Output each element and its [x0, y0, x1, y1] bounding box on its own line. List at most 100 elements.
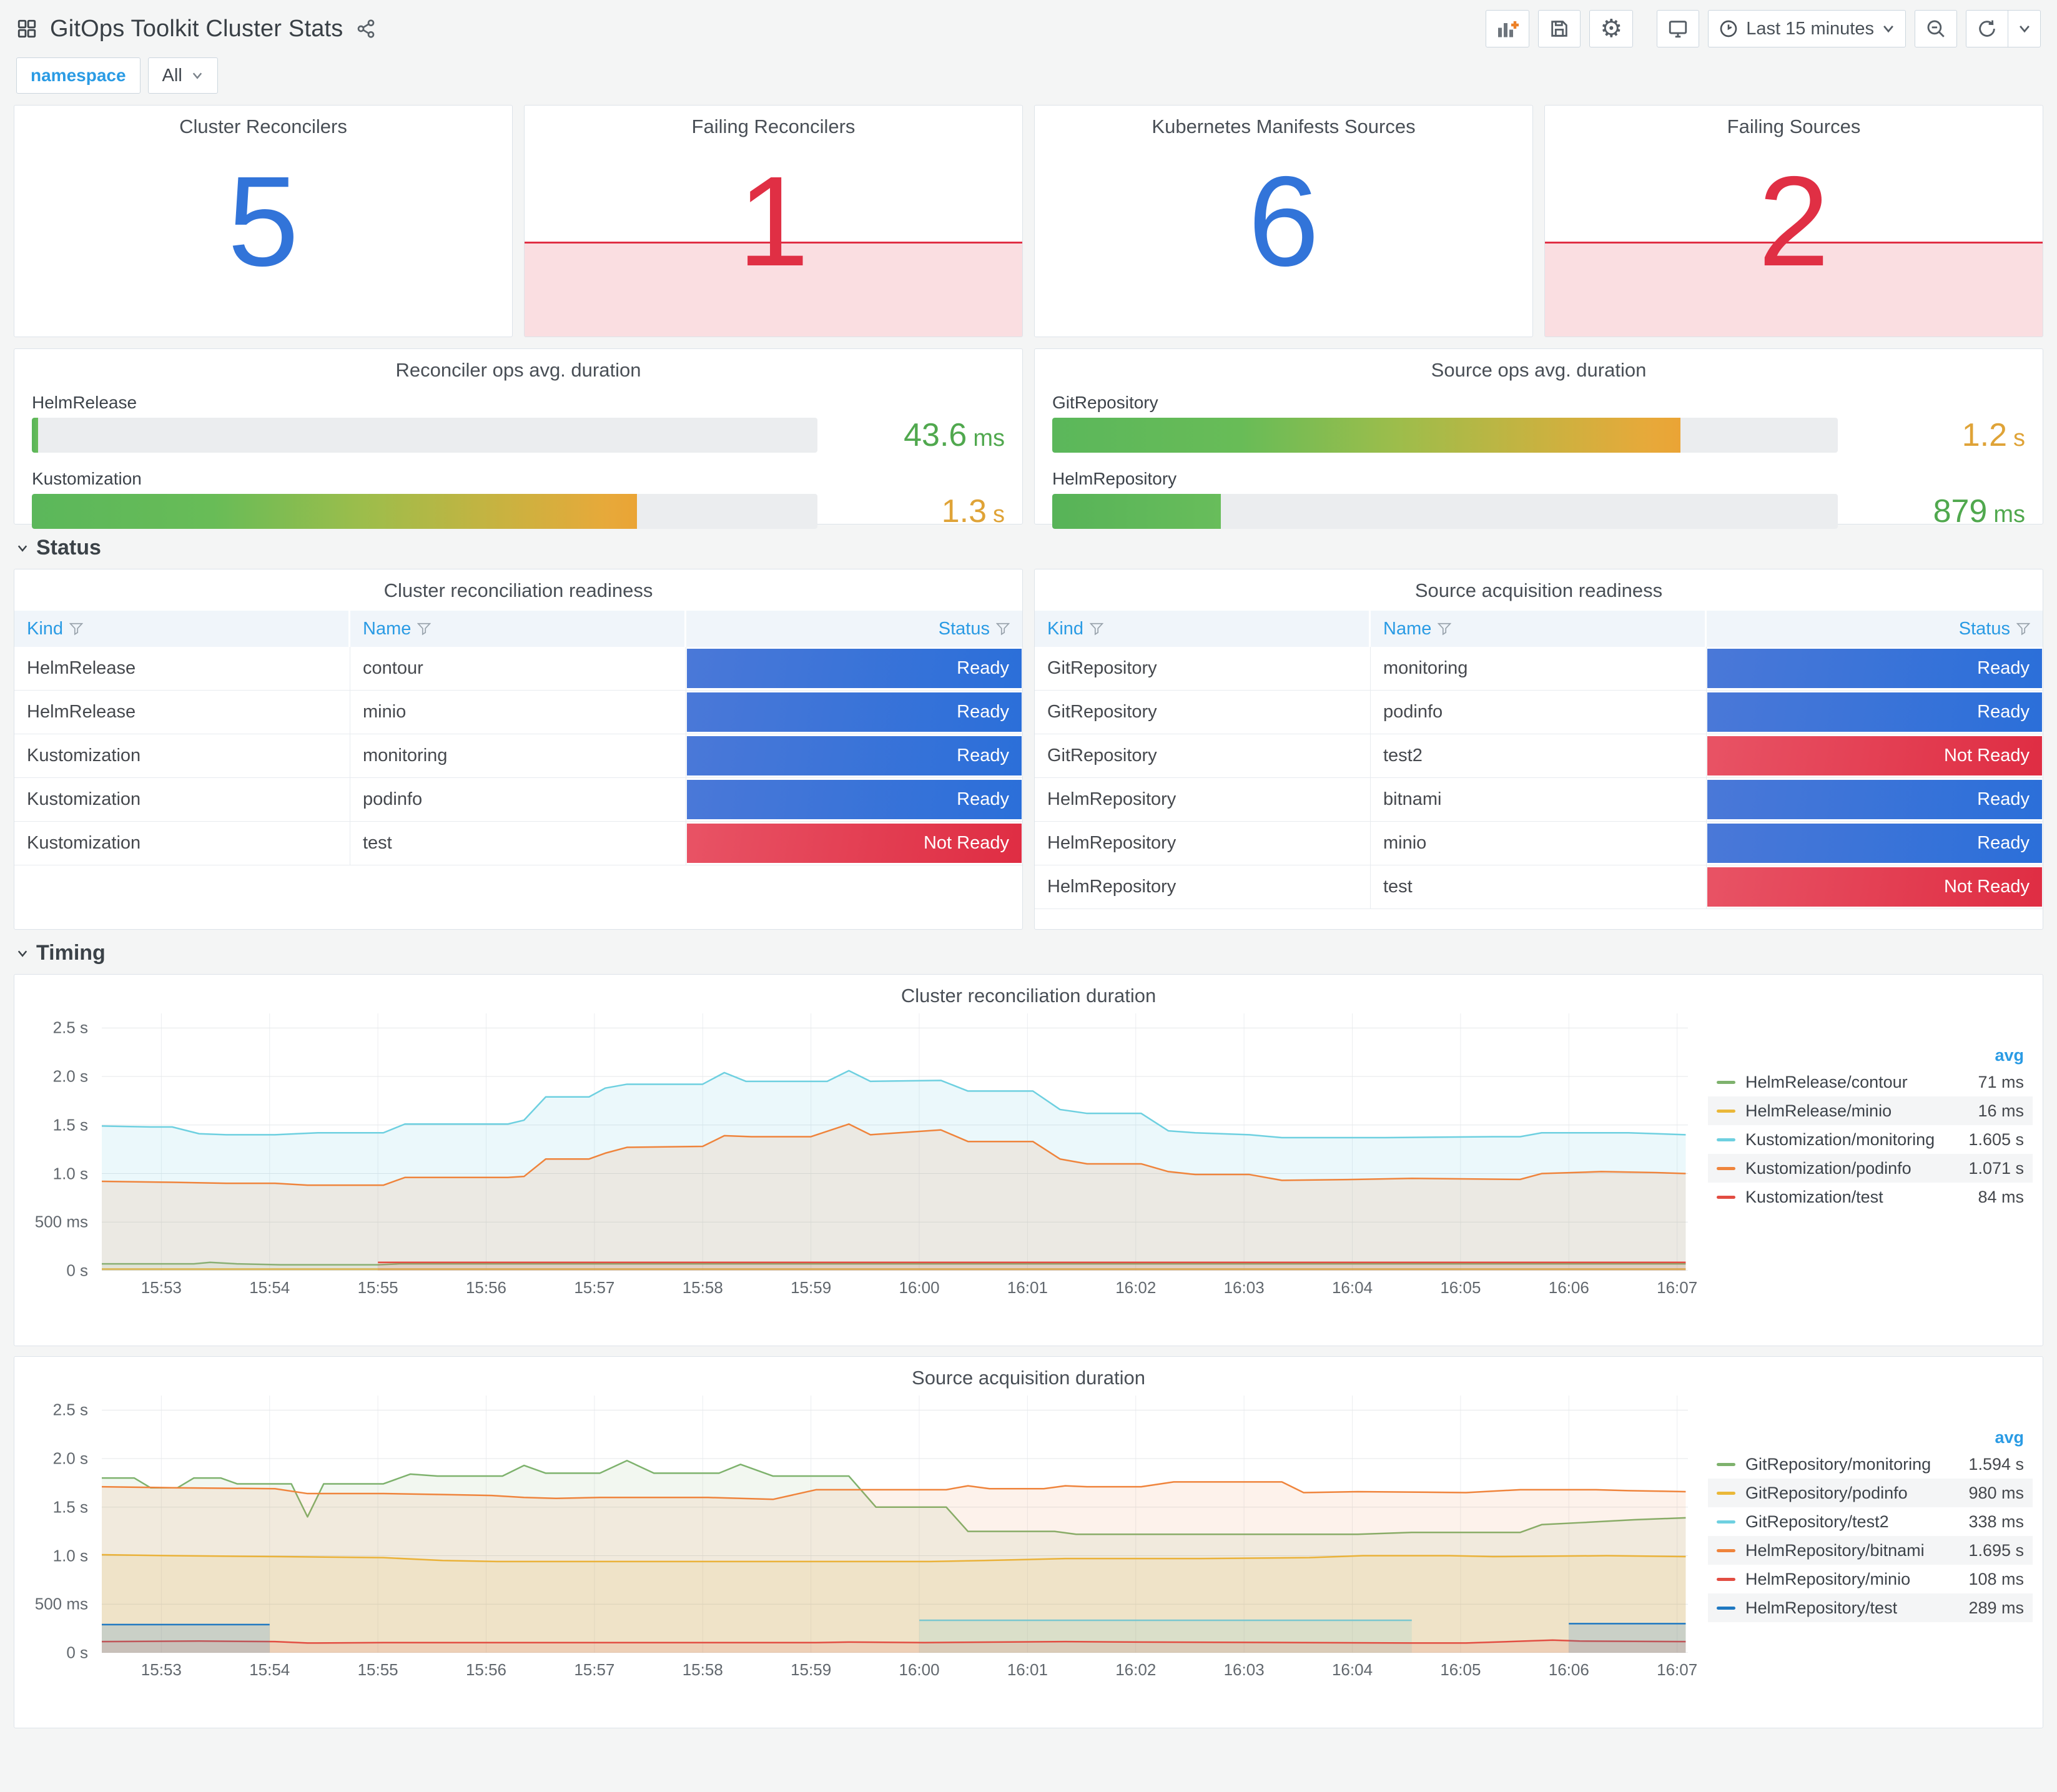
share-icon[interactable] — [356, 19, 376, 39]
column-header-status[interactable]: Status — [686, 611, 1022, 647]
y-tick-label: 500 ms — [34, 1594, 88, 1613]
stat-panel-failing-reconcilers: Failing Reconcilers 1 — [524, 105, 1023, 337]
refresh-interval-dropdown[interactable] — [2008, 10, 2041, 47]
gauge-value-unit: s — [2013, 425, 2025, 451]
chevron-down-icon — [17, 544, 27, 552]
panel-title[interactable]: Cluster reconciliation duration — [14, 975, 2043, 1012]
x-tick-label: 16:06 — [1548, 1278, 1589, 1297]
stat-panel-kubernetes-manifests-sources: Kubernetes Manifests Sources 6 — [1034, 105, 1533, 337]
column-header-label: Status — [938, 618, 990, 639]
x-tick-label: 16:00 — [899, 1660, 940, 1679]
time-range-picker[interactable]: Last 15 minutes — [1708, 10, 1906, 47]
panel-title[interactable]: Cluster Reconcilers — [14, 106, 512, 143]
panel-title[interactable]: Reconciler ops avg. duration — [14, 349, 1022, 386]
legend-series-avg: 16 ms — [1978, 1101, 2024, 1120]
x-tick-label: 15:58 — [682, 1660, 723, 1679]
tv-mode-button[interactable] — [1657, 10, 1700, 47]
dashboard-settings-button[interactable]: ⚙ — [1589, 10, 1634, 47]
legend-series-name[interactable]: GitRepository/monitoring — [1745, 1455, 1936, 1474]
y-tick-label: 0 s — [66, 1643, 88, 1662]
table-row: HelmRelease minio Ready — [14, 691, 1022, 734]
legend-series-name[interactable]: HelmRelease/contour — [1745, 1073, 1936, 1092]
cell-kind: HelmRepository — [1035, 865, 1371, 908]
chart-panel-source-acquisition-duration: Source acquisition duration 0 s 500 ms 1.0 … — [14, 1356, 2043, 1728]
zoom-out-button[interactable] — [1915, 10, 1957, 47]
gauge-panel-source-ops-avg-duration: Source ops avg. duration GitRepository 1.2… — [1034, 348, 2043, 529]
table-panel-source-acquisition-readiness: Source acquisition readiness Kind Name Stat… — [1034, 569, 2043, 930]
legend-item-helmrelease-contour: HelmRelease/contour 71 ms — [1708, 1068, 2033, 1096]
y-tick-label: 2.5 s — [52, 1400, 88, 1419]
chevron-down-icon — [192, 72, 202, 79]
panel-title[interactable]: Source acquisition duration — [14, 1357, 2043, 1394]
filter-icon[interactable] — [2016, 622, 2030, 636]
legend-series-name[interactable]: HelmRelease/minio — [1745, 1101, 1936, 1121]
cell-kind: GitRepository — [1035, 647, 1371, 690]
panel-title[interactable]: Source ops avg. duration — [1035, 349, 2043, 386]
panel-title[interactable]: Source acquisition readiness — [1035, 569, 2043, 607]
save-dashboard-button[interactable] — [1538, 10, 1581, 47]
y-tick-label: 1.5 s — [52, 1115, 88, 1135]
panel-title[interactable]: Failing Sources — [1545, 106, 2043, 143]
y-tick-label: 2.0 s — [52, 1449, 88, 1468]
dashboard-title[interactable]: GitOps Toolkit Cluster Stats — [50, 16, 343, 42]
column-header-name[interactable]: Name — [350, 611, 686, 647]
legend-series-name[interactable]: Kustomization/monitoring — [1745, 1130, 1936, 1150]
status-badge: Ready — [1707, 692, 2042, 732]
table-row: GitRepository monitoring Ready — [1035, 647, 2043, 691]
plot-canvas — [102, 1013, 1688, 1271]
cell-status: Ready — [1707, 647, 2043, 690]
column-header-status[interactable]: Status — [1707, 611, 2043, 647]
filter-icon[interactable] — [417, 622, 432, 636]
legend-avg-header[interactable]: avg — [1708, 1425, 2033, 1450]
refresh-button[interactable] — [1966, 10, 2008, 47]
filter-icon[interactable] — [1090, 622, 1104, 636]
cell-name: podinfo — [1371, 691, 1707, 734]
column-header-kind[interactable]: Kind — [1035, 611, 1371, 647]
gauge-value-number: 1.2 — [1961, 417, 2007, 453]
dashboard-grid-icon[interactable] — [16, 18, 37, 39]
gauge-value: 43.6 ms — [817, 419, 1005, 451]
add-panel-button[interactable] — [1486, 10, 1530, 47]
legend-series-name[interactable]: HelmRepository/minio — [1745, 1570, 1936, 1589]
gauge-bar — [1052, 418, 1681, 453]
x-tick-label: 15:55 — [357, 1278, 398, 1297]
x-tick-label: 15:54 — [249, 1278, 290, 1297]
legend-series-name[interactable]: HelmRepository/bitnami — [1745, 1541, 1936, 1560]
x-tick-label: 16:03 — [1223, 1278, 1265, 1297]
x-tick-label: 15:58 — [682, 1278, 723, 1297]
gauge-row-helmrepository: HelmRepository 879 ms — [1052, 469, 2025, 529]
cell-name: minio — [1371, 822, 1707, 865]
legend-avg-header[interactable]: avg — [1708, 1043, 2033, 1068]
column-header-name[interactable]: Name — [1371, 611, 1707, 647]
gauge-track — [1052, 494, 1838, 529]
table-row: GitRepository test2 Not Ready — [1035, 734, 2043, 778]
cell-status: Ready — [1707, 778, 2043, 821]
legend: avg HelmRelease/contour 71 ms HelmRelease/m… — [1708, 1013, 2033, 1319]
legend-series-name[interactable]: Kustomization/test — [1745, 1188, 1936, 1207]
legend-series-name[interactable]: GitRepository/test2 — [1745, 1512, 1936, 1532]
gauge-label: HelmRepository — [1052, 469, 1177, 488]
legend-series-name[interactable]: HelmRepository/test — [1745, 1598, 1936, 1618]
legend-item-gitrepository-monitoring: GitRepository/monitoring 1.594 s — [1708, 1450, 2033, 1479]
legend-series-avg: 1.071 s — [1968, 1158, 2024, 1178]
column-header-label: Status — [1958, 618, 2010, 639]
legend-series-avg: 1.594 s — [1968, 1454, 2024, 1474]
legend-series-name[interactable]: Kustomization/podinfo — [1745, 1159, 1936, 1178]
namespace-label: namespace — [31, 66, 126, 85]
filter-icon[interactable] — [1438, 622, 1452, 636]
cell-status: Ready — [686, 734, 1022, 777]
legend-series-avg: 108 ms — [1968, 1569, 2024, 1588]
panel-title[interactable]: Failing Reconcilers — [525, 106, 1022, 143]
status-badge: Ready — [687, 736, 1022, 775]
section-header-status[interactable]: Status — [16, 536, 2041, 560]
column-header-kind[interactable]: Kind — [14, 611, 350, 647]
filter-icon[interactable] — [69, 622, 84, 636]
namespace-value: All — [162, 65, 182, 86]
variable-value-dropdown[interactable]: All — [147, 57, 218, 94]
filter-icon[interactable] — [996, 622, 1010, 636]
panel-title[interactable]: Cluster reconciliation readiness — [14, 569, 1022, 607]
legend-series-name[interactable]: GitRepository/podinfo — [1745, 1484, 1936, 1503]
panel-title[interactable]: Kubernetes Manifests Sources — [1035, 106, 1532, 143]
section-header-timing[interactable]: Timing — [16, 941, 2041, 965]
x-tick-label: 15:55 — [357, 1660, 398, 1679]
